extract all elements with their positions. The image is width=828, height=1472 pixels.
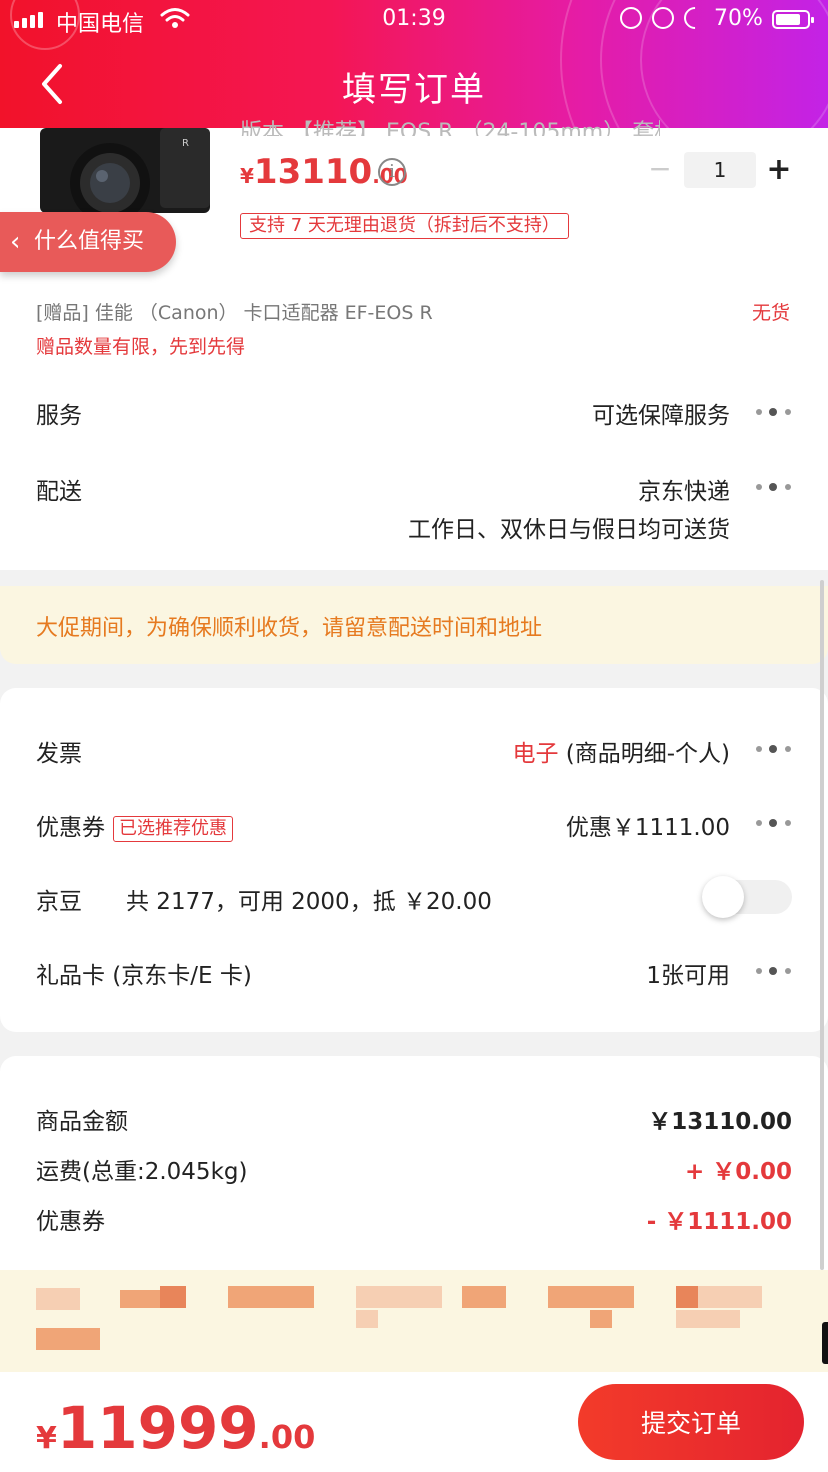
moon-icon <box>679 2 711 34</box>
quantity-decrease-button[interactable]: − <box>648 154 672 184</box>
coupon-value: 优惠￥1111.00 <box>565 815 730 841</box>
coupon-discount-label: 优惠券 <box>36 1209 105 1235</box>
checkout-bar: ¥11999.00 提交订单 <box>0 1372 828 1472</box>
pixel-block <box>120 1290 160 1308</box>
coupon-label-group: 优惠券 已选推荐优惠 <box>36 808 233 842</box>
toggle-knob <box>702 876 744 918</box>
price-summary-card: 商品金额 ￥13110.00 运费(总重:2.045kg) + ￥0.00 优惠… <box>0 1056 828 1286</box>
delivery-value: 京东快递 <box>638 479 730 505</box>
delivery-schedule: 工作日、双休日与假日均可送货 <box>408 517 730 543</box>
invoice-label: 发票 <box>36 741 82 767</box>
info-icon[interactable]: i <box>378 158 406 186</box>
more-dots-icon <box>756 818 792 828</box>
product-title: 版本 【推荐】 EOS R （24-105mm） 套机 <box>240 120 660 136</box>
smzdm-floating-badge[interactable]: ‹ 什么值得买 <box>0 212 176 272</box>
rotation-lock-icon <box>652 7 674 29</box>
service-value: 可选保障服务 <box>592 403 730 429</box>
pixel-block <box>160 1286 186 1308</box>
pixel-block <box>228 1286 314 1308</box>
more-dots-icon <box>756 482 792 492</box>
page-title: 填写订单 <box>342 70 486 110</box>
jingdou-detail: 共 2177，可用 2000，抵 ￥20.00 <box>126 889 492 915</box>
invoice-detail: (商品明细-个人) <box>558 741 730 767</box>
pixel-block <box>548 1286 634 1308</box>
delivery-label: 配送 <box>36 479 82 505</box>
pixel-block <box>676 1286 698 1308</box>
goods-amount-label: 商品金额 <box>36 1109 128 1135</box>
header-bar: 中国电信 01:39 70% 填写订单 <box>0 0 828 128</box>
more-dots-icon <box>756 966 792 976</box>
alarm-icon <box>620 7 642 29</box>
scrollbar[interactable] <box>820 580 824 1270</box>
order-options-card: 发票 电子 (商品明细-个人) 优惠券 已选推荐优惠 优惠￥1111.00 京豆 … <box>0 688 828 1032</box>
pixel-block <box>356 1286 442 1308</box>
smzdm-label: 什么值得买 <box>34 229 145 254</box>
gift-item-label: [赠品] 佳能 （Canon） 卡口适配器 EF-EOS R <box>36 302 433 324</box>
more-dots-icon <box>756 407 792 417</box>
notice-text: 大促期间，为确保顺利收货，请留意配送时间和地址 <box>36 616 543 641</box>
status-bar: 中国电信 01:39 70% <box>0 0 828 40</box>
return-policy-tag: 支持 7 天无理由退货（拆封后不支持） <box>240 213 569 239</box>
quantity-increase-button[interactable]: + <box>764 152 794 188</box>
pixel-block <box>36 1288 80 1310</box>
coupon-label: 优惠券 <box>36 815 105 841</box>
pixel-block <box>590 1310 612 1328</box>
pixel-block <box>698 1286 762 1308</box>
promo-delivery-notice: 大促期间，为确保顺利收货，请留意配送时间和地址 <box>0 586 828 664</box>
jingdou-toggle[interactable] <box>702 876 792 918</box>
pixel-block <box>36 1328 100 1350</box>
battery-percent: 70% <box>714 6 763 31</box>
side-handle <box>822 1322 828 1364</box>
coupon-discount-value: - ￥1111.00 <box>646 1209 792 1235</box>
goods-amount-value: ￥13110.00 <box>648 1109 792 1135</box>
svg-text:R: R <box>182 138 189 149</box>
battery-icon <box>772 10 814 29</box>
quantity-input[interactable]: 1 <box>684 152 756 188</box>
order-product-section: R 版本 【推荐】 EOS R （24-105mm） 套机 ¥13110.00 … <box>0 120 828 570</box>
chevron-left-icon: ‹ <box>10 227 21 257</box>
pixel-block <box>462 1286 506 1308</box>
obscured-address-band <box>0 1270 828 1372</box>
submit-order-button[interactable]: 提交订单 <box>578 1384 804 1460</box>
gift-note: 赠品数量有限，先到先得 <box>36 336 246 358</box>
invoice-type: 电子 <box>512 741 559 767</box>
service-label: 服务 <box>36 403 82 429</box>
shipping-label: 运费(总重:2.045kg) <box>36 1159 248 1185</box>
more-dots-icon <box>756 744 792 754</box>
invoice-value: 电子 (商品明细-个人) <box>512 734 730 768</box>
gift-card-value: 1张可用 <box>646 963 730 989</box>
pixel-block <box>676 1310 740 1328</box>
order-total: ¥11999.00 <box>36 1394 316 1462</box>
pixel-block <box>356 1310 378 1328</box>
product-thumbnail[interactable]: R <box>40 128 210 213</box>
jingdou-label: 京豆 <box>36 889 82 915</box>
gift-card-label: 礼品卡 (京东卡/E 卡) <box>36 963 252 989</box>
shipping-value: + ￥0.00 <box>684 1159 792 1185</box>
gift-stock-status: 无货 <box>751 302 790 324</box>
coupon-recommended-tag: 已选推荐优惠 <box>113 815 233 842</box>
